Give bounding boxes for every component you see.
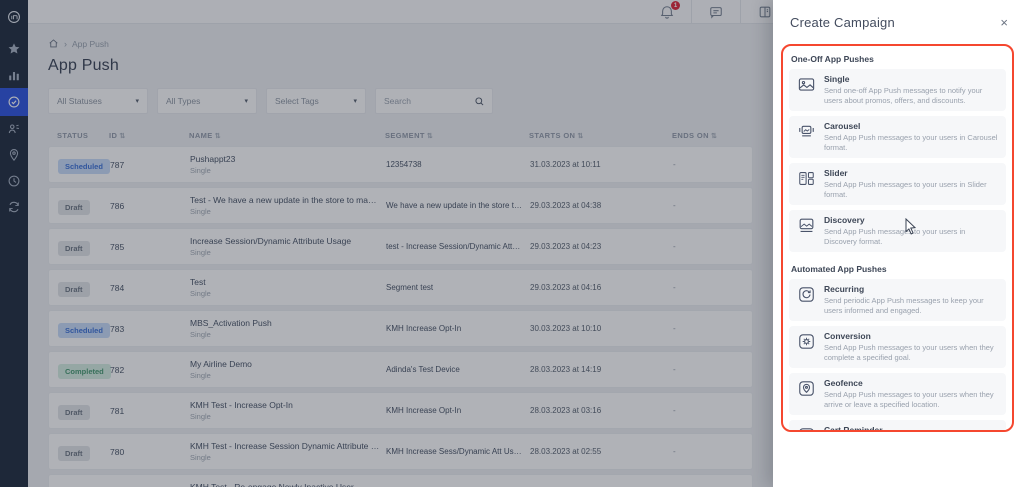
panel-header: Create Campaign × [773,0,1024,34]
campaign-type-item[interactable]: Carousel Send App Push messages to your … [789,115,1006,158]
campaign-type-item[interactable]: Single Send one-off App Push messages to… [789,69,1006,111]
single-image-icon [797,75,816,94]
campaign-type-desc: Send one-off App Push messages to notify… [824,86,983,106]
highlight-red-box: One-Off App Pushes Single Send one-off A… [781,44,1014,432]
campaign-type-title: Carousel [824,120,861,131]
campaign-type-title: Cart Reminder [824,424,883,432]
campaign-type-title: Geofence [824,377,863,388]
campaign-type-item[interactable]: Cart Reminder Send App Push messages to … [789,419,1006,432]
campaign-type-item[interactable]: Recurring Send periodic App Push message… [789,278,1006,321]
campaign-type-desc: Send App Push messages to your users whe… [824,390,994,409]
close-icon[interactable]: × [1000,16,1008,29]
campaign-type-desc: Send App Push messages to your users in … [824,180,987,200]
campaign-type-desc: Send App Push messages to your users in … [824,133,998,153]
cart-reminder-icon [797,426,816,430]
campaign-type-title: Slider [824,167,848,178]
campaign-type-item[interactable]: Geofence Send App Push messages to your … [789,372,1006,415]
modal-dim-overlay [0,0,773,487]
campaign-type-title: Conversion [824,330,871,341]
carousel-icon [797,122,816,141]
campaign-type-desc: Send App Push messages to your users whe… [824,343,994,362]
slider-icon [797,169,816,188]
campaign-type-item[interactable]: Slider Send App Push messages to your us… [789,162,1006,205]
campaign-type-title: Recurring [824,283,865,294]
mouse-cursor [905,218,917,235]
geofence-icon [797,379,816,398]
recurring-icon [797,285,816,304]
campaign-type-item[interactable]: Conversion Send App Push messages to you… [789,325,1006,368]
discovery-icon [797,216,816,235]
section-label: One-Off App Pushes [791,54,874,64]
section-label: Automated App Pushes [791,263,887,274]
campaign-type-title: Single [824,74,850,84]
panel-title: Create Campaign [790,15,895,30]
campaign-type-desc: Send periodic App Push messages to keep … [824,296,984,315]
campaign-type-item[interactable]: Discovery Send App Push messages to your… [789,209,1006,252]
create-campaign-panel: Create Campaign × One-Off App Pushes Sin… [773,0,1024,487]
campaign-type-list: One-Off App Pushes Single Send one-off A… [789,54,1006,432]
conversion-icon [797,332,816,351]
